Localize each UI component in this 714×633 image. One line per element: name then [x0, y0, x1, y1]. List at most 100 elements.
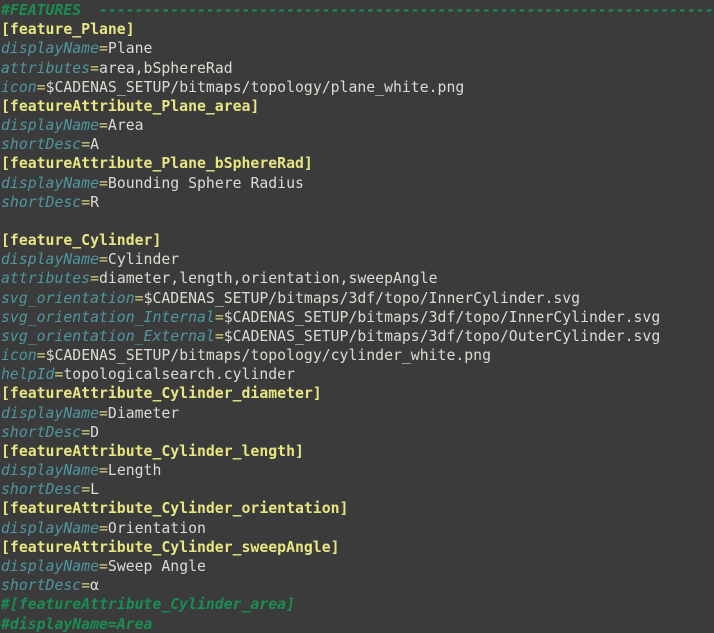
- code-line[interactable]: [featureAttribute_Plane_area]: [1, 97, 714, 116]
- equals-token: =: [99, 40, 108, 57]
- equals-token: =: [81, 424, 90, 441]
- value-token: A: [90, 136, 99, 153]
- value-token: Bounding Sphere Radius: [108, 175, 304, 192]
- equals-token: =: [99, 405, 108, 422]
- value-token: α: [90, 577, 99, 594]
- key-token: displayName: [1, 251, 99, 268]
- value-token: D: [90, 424, 99, 441]
- code-line[interactable]: #FEATURES ------------------------------…: [1, 1, 714, 20]
- value-token: $CADENAS_SETUP/bitmaps/3df/topo/InnerCyl…: [224, 309, 661, 326]
- code-line[interactable]: displayName=Length: [1, 461, 714, 480]
- equals-token: =: [90, 270, 99, 287]
- section-header: [featureAttribute_Plane_bSphereRad]: [1, 155, 313, 172]
- equals-token: =: [90, 60, 99, 77]
- code-line[interactable]: icon=$CADENAS_SETUP/bitmaps/topology/cyl…: [1, 346, 714, 365]
- value-token: Plane: [108, 40, 153, 57]
- equals-token: =: [81, 194, 90, 211]
- key-token: svg_orientation: [1, 290, 135, 307]
- code-line[interactable]: [featureAttribute_Plane_bSphereRad]: [1, 154, 714, 173]
- key-token: displayName: [1, 40, 99, 57]
- key-token: svg_orientation_External: [1, 328, 215, 345]
- comment-text: #[featureAttribute_Cylinder_area]: [1, 596, 295, 613]
- code-line[interactable]: svg_orientation_Internal=$CADENAS_SETUP/…: [1, 308, 714, 327]
- comment-text: #displayName=Area: [1, 616, 152, 633]
- value-token: $CADENAS_SETUP/bitmaps/topology/cylinder…: [46, 347, 491, 364]
- code-line[interactable]: shortDesc=D: [1, 423, 714, 442]
- key-token: displayName: [1, 117, 99, 134]
- editor-window: { "editor": { "background": "#3b3b3b", "…: [0, 0, 714, 633]
- value-token: Orientation: [108, 520, 206, 537]
- code-line[interactable]: [featureAttribute_Cylinder_sweepAngle]: [1, 538, 714, 557]
- code-line[interactable]: [feature_Cylinder]: [1, 231, 714, 250]
- code-line[interactable]: #displayName=Area: [1, 615, 714, 633]
- equals-token: =: [37, 79, 46, 96]
- code-line[interactable]: displayName=Area: [1, 116, 714, 135]
- section-header: [featureAttribute_Cylinder_sweepAngle]: [1, 539, 340, 556]
- key-token: displayName: [1, 520, 99, 537]
- key-token: shortDesc: [1, 424, 81, 441]
- code-line[interactable]: displayName=Sweep Angle: [1, 557, 714, 576]
- editor-area[interactable]: #FEATURES ------------------------------…: [0, 0, 714, 633]
- value-token: topologicalsearch.cylinder: [63, 366, 295, 383]
- value-token: Length: [108, 462, 161, 479]
- value-token: R: [90, 194, 99, 211]
- code-line[interactable]: [featureAttribute_Cylinder_orientation]: [1, 499, 714, 518]
- key-token: displayName: [1, 558, 99, 575]
- code-line[interactable]: displayName=Bounding Sphere Radius: [1, 174, 714, 193]
- value-token: Cylinder: [108, 251, 179, 268]
- value-token: diameter,length,orientation,sweepAngle: [99, 270, 438, 287]
- section-header: [featureAttribute_Plane_area]: [1, 98, 259, 115]
- equals-token: =: [135, 290, 144, 307]
- code-line[interactable]: icon=$CADENAS_SETUP/bitmaps/topology/pla…: [1, 78, 714, 97]
- equals-token: =: [99, 175, 108, 192]
- key-token: displayName: [1, 405, 99, 422]
- equals-token: =: [99, 117, 108, 134]
- equals-token: =: [81, 481, 90, 498]
- key-token: icon: [1, 347, 37, 364]
- comment-text: #FEATURES ------------------------------…: [1, 2, 714, 19]
- section-header: [featureAttribute_Cylinder_diameter]: [1, 385, 322, 402]
- value-token: Sweep Angle: [108, 558, 206, 575]
- value-token: L: [90, 481, 99, 498]
- code-line[interactable]: attributes=area,bSphereRad: [1, 59, 714, 78]
- code-line[interactable]: shortDesc=A: [1, 135, 714, 154]
- code-line[interactable]: svg_orientation=$CADENAS_SETUP/bitmaps/3…: [1, 289, 714, 308]
- code-line[interactable]: [featureAttribute_Cylinder_diameter]: [1, 384, 714, 403]
- key-token: displayName: [1, 462, 99, 479]
- value-token: Diameter: [108, 405, 179, 422]
- key-token: icon: [1, 79, 37, 96]
- code-line[interactable]: [1, 212, 714, 231]
- code-line[interactable]: displayName=Orientation: [1, 519, 714, 538]
- code-line[interactable]: [featureAttribute_Cylinder_length]: [1, 442, 714, 461]
- equals-token: =: [215, 328, 224, 345]
- equals-token: =: [81, 577, 90, 594]
- key-token: displayName: [1, 175, 99, 192]
- code-line[interactable]: displayName=Plane: [1, 39, 714, 58]
- value-token: Area: [108, 117, 144, 134]
- key-token: shortDesc: [1, 577, 81, 594]
- equals-token: =: [37, 347, 46, 364]
- code-line[interactable]: displayName=Cylinder: [1, 250, 714, 269]
- equals-token: =: [99, 520, 108, 537]
- code-line[interactable]: shortDesc=R: [1, 193, 714, 212]
- key-token: attributes: [1, 60, 90, 77]
- key-token: shortDesc: [1, 136, 81, 153]
- value-token: $CADENAS_SETUP/bitmaps/3df/topo/OuterCyl…: [224, 328, 661, 345]
- equals-token: =: [99, 251, 108, 268]
- equals-token: =: [81, 136, 90, 153]
- key-token: attributes: [1, 270, 90, 287]
- code-line[interactable]: shortDesc=α: [1, 576, 714, 595]
- key-token: shortDesc: [1, 194, 81, 211]
- key-token: svg_orientation_Internal: [1, 309, 215, 326]
- equals-token: =: [99, 558, 108, 575]
- section-header: [featureAttribute_Cylinder_orientation]: [1, 500, 348, 517]
- value-token: area,bSphereRad: [99, 60, 233, 77]
- code-line[interactable]: attributes=diameter,length,orientation,s…: [1, 269, 714, 288]
- code-line[interactable]: helpId=topologicalsearch.cylinder: [1, 365, 714, 384]
- code-line[interactable]: displayName=Diameter: [1, 404, 714, 423]
- code-line[interactable]: #[featureAttribute_Cylinder_area]: [1, 595, 714, 614]
- code-line[interactable]: shortDesc=L: [1, 480, 714, 499]
- code-line[interactable]: [feature_Plane]: [1, 20, 714, 39]
- code-line[interactable]: svg_orientation_External=$CADENAS_SETUP/…: [1, 327, 714, 346]
- equals-token: =: [99, 462, 108, 479]
